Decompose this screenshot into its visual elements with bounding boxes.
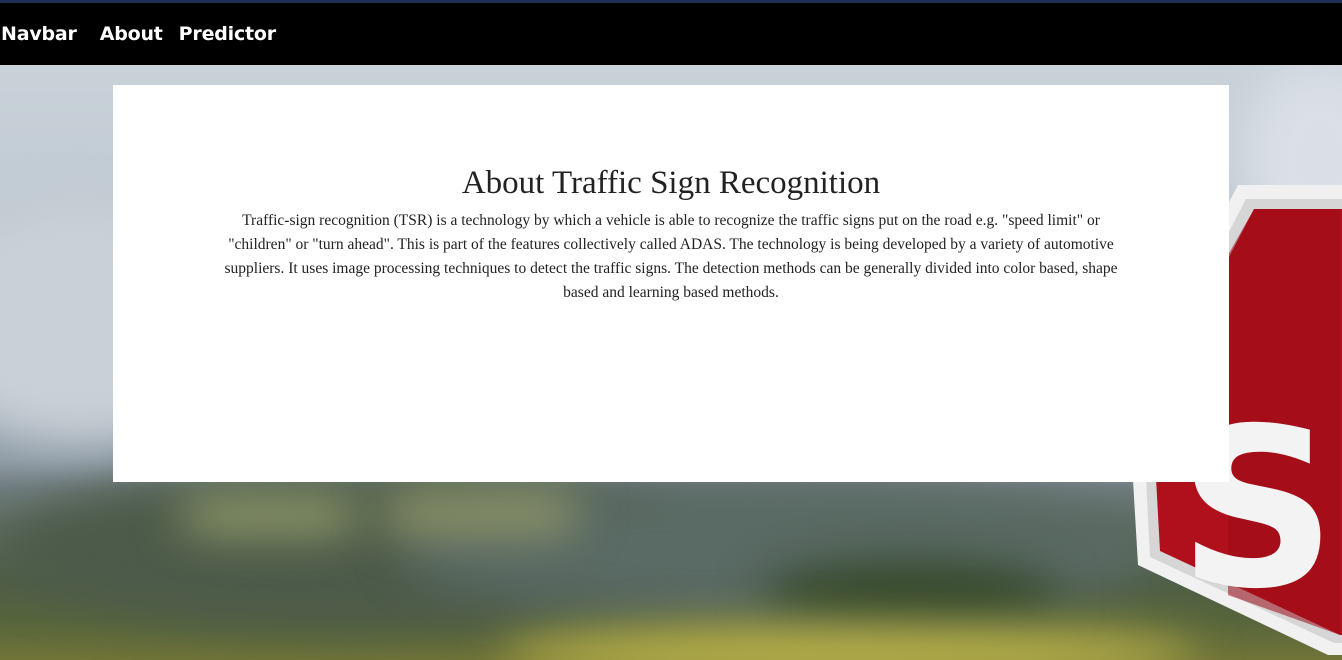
about-title: About Traffic Sign Recognition <box>461 165 881 201</box>
nav-link-about[interactable]: About <box>100 23 163 45</box>
navbar: Navbar About Predictor <box>0 3 1342 65</box>
field-blur <box>380 490 580 535</box>
about-description: Traffic-sign recognition (TSR) is a tech… <box>224 212 1118 301</box>
nav-link-predictor[interactable]: Predictor <box>179 23 276 45</box>
field-blur <box>180 495 360 535</box>
navbar-brand-link[interactable]: Navbar <box>1 23 77 45</box>
tree-line-blur <box>760 560 1060 630</box>
about-card: About Traffic Sign Recognition Traffic-s… <box>113 85 1229 482</box>
meadow-blur <box>500 625 1200 660</box>
